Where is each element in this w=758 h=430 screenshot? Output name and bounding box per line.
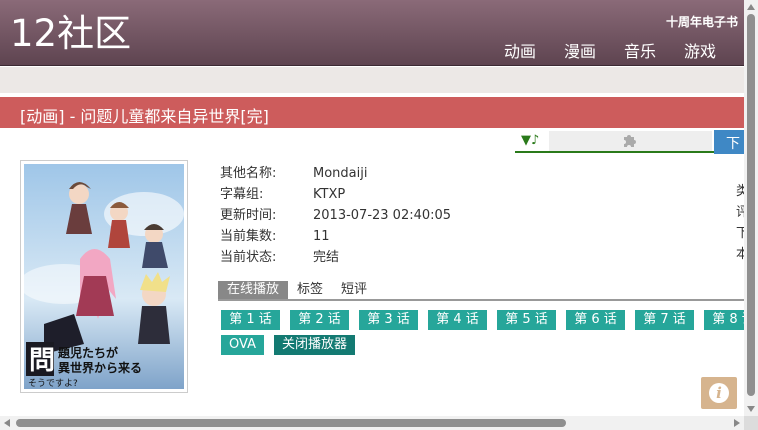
- horizontal-scrollbar[interactable]: [0, 416, 744, 430]
- info-row: 当前集数: 11: [220, 226, 451, 247]
- tab-comments[interactable]: 短评: [332, 281, 376, 299]
- info-row: 当前状态: 完结: [220, 247, 451, 268]
- svg-text:問: 問: [29, 346, 55, 376]
- music-player-strip: ▼♪: [515, 131, 715, 153]
- title-bar: [动画] - 问题儿童都来自异世界[完]: [0, 97, 744, 128]
- episode-button[interactable]: 第 4 话: [428, 310, 487, 330]
- nav-music[interactable]: 音乐: [610, 38, 670, 62]
- info-label: 当前集数:: [220, 229, 277, 244]
- music-note-icon[interactable]: ▼♪: [521, 133, 539, 148]
- horizontal-scroll-thumb[interactable]: [16, 419, 566, 427]
- info-row: 更新时间: 2013-07-23 02:40:05: [220, 205, 451, 226]
- tab-tags[interactable]: 标签: [288, 281, 332, 299]
- main-nav: 动画 漫画 音乐 游戏: [490, 38, 730, 62]
- info-value: 2013-07-23 02:40:05: [313, 208, 452, 223]
- vertical-scrollbar[interactable]: [744, 0, 758, 416]
- page-title: [动画] - 问题儿童都来自异世界[完]: [20, 107, 269, 126]
- site-header: 12社区 十周年电子书 动画 漫画 音乐 游戏: [0, 0, 744, 66]
- svg-text:題児たちが: 題児たちが: [58, 345, 118, 360]
- cover-art: 問 題児たちが 異世界から来る そうですよ?: [24, 164, 184, 389]
- cover-illustration: 問 題児たちが 異世界から来る そうですよ?: [24, 164, 184, 389]
- info-label: 更新时间:: [220, 208, 277, 223]
- cover-image: 問 題児たちが 異世界から来る そうですよ?: [20, 160, 188, 393]
- page: 12社区 十周年电子书 动画 漫画 音乐 游戏 [动画] - 问题儿童都来自异世…: [0, 0, 758, 430]
- nav-games[interactable]: 游戏: [670, 38, 730, 62]
- info-label: 当前状态:: [220, 250, 277, 265]
- episode-button[interactable]: 第 1 话: [221, 310, 280, 330]
- info-table: 其他名称: Mondaiji 字幕组: KTXP 更新时间: 2013-07-2…: [220, 163, 451, 268]
- vertical-scroll-thumb[interactable]: [747, 14, 755, 396]
- nav-anime[interactable]: 动画: [490, 38, 550, 62]
- episode-button[interactable]: 第 3 话: [359, 310, 418, 330]
- content-tabs: 在线播放 标签 短评: [218, 281, 744, 301]
- scroll-up-icon[interactable]: [747, 4, 755, 10]
- info-row: 字幕组: KTXP: [220, 184, 451, 205]
- episode-button[interactable]: 第 5 话: [497, 310, 556, 330]
- info-value: 11: [313, 229, 330, 244]
- puzzle-icon: [624, 135, 636, 147]
- info-icon: i: [709, 383, 729, 403]
- episode-button[interactable]: 第 2 话: [290, 310, 349, 330]
- info-value: Mondaiji: [313, 166, 368, 181]
- info-value: KTXP: [313, 187, 346, 202]
- info-value: 完结: [313, 250, 340, 265]
- close-player-button[interactable]: 关闭播放器: [274, 335, 355, 355]
- info-label: 字幕组:: [220, 187, 264, 202]
- svg-text:異世界から来る: 異世界から来る: [58, 360, 142, 375]
- info-row: 其他名称: Mondaiji: [220, 163, 451, 184]
- download-button[interactable]: 下: [714, 130, 744, 154]
- nav-manga[interactable]: 漫画: [550, 38, 610, 62]
- ova-button[interactable]: OVA: [221, 335, 264, 355]
- info-label: 其他名称:: [220, 166, 277, 181]
- sub-bar: [0, 67, 744, 93]
- tab-online-play[interactable]: 在线播放: [218, 281, 289, 299]
- scroll-right-icon[interactable]: [734, 419, 740, 427]
- plugin-placeholder[interactable]: [549, 131, 712, 151]
- episode-button[interactable]: 第 6 话: [566, 310, 625, 330]
- svg-text:そうですよ?: そうですよ?: [28, 378, 78, 389]
- site-logo[interactable]: 12社区: [10, 12, 131, 56]
- scrollbar-corner: [744, 416, 758, 430]
- scroll-down-icon[interactable]: [747, 406, 755, 412]
- anniversary-link[interactable]: 十周年电子书: [666, 13, 738, 30]
- info-badge[interactable]: i: [701, 377, 737, 409]
- episode-button[interactable]: 第 7 话: [635, 310, 694, 330]
- scroll-left-icon[interactable]: [4, 419, 10, 427]
